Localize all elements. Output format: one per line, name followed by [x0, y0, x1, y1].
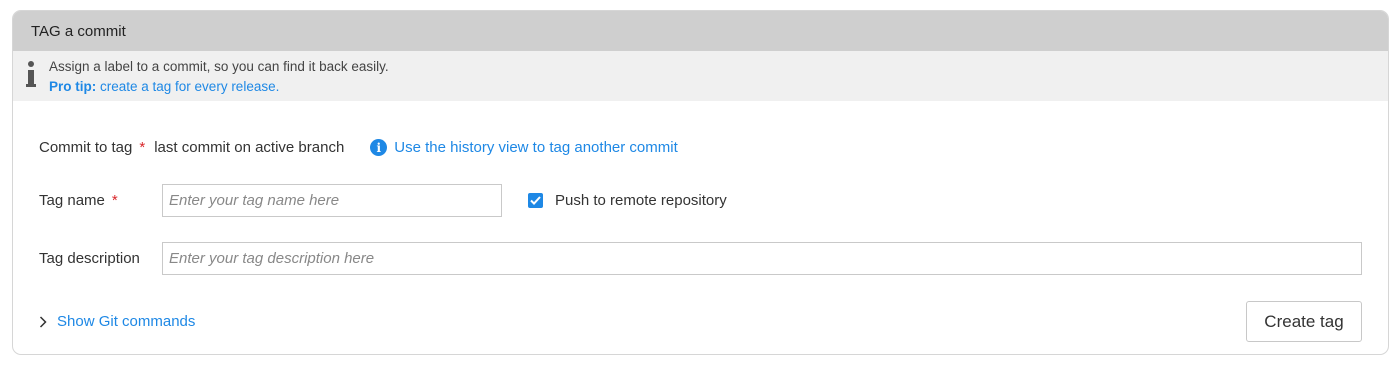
- pro-tip-text: create a tag for every release.: [96, 79, 280, 94]
- info-icon: [26, 61, 36, 87]
- push-checkbox[interactable]: [528, 193, 543, 208]
- commit-to-tag-row: Commit to tag * last commit on active br…: [39, 139, 678, 156]
- push-remote-toggle[interactable]: Push to remote repository: [528, 192, 727, 209]
- panel-title: TAG a commit: [31, 22, 126, 40]
- info-circle-icon: i: [370, 139, 388, 156]
- history-view-link-text: Use the history view to tag another comm…: [394, 139, 678, 156]
- show-git-commands-label: Show Git commands: [57, 313, 196, 330]
- tag-description-label: Tag description: [39, 250, 140, 267]
- tag-description-label-group: Tag description: [39, 250, 140, 267]
- check-icon: [530, 196, 541, 205]
- tip-bar: Assign a label to a commit, so you can f…: [13, 51, 1388, 101]
- pro-tip-label: Pro tip:: [49, 79, 97, 94]
- tip-line: Assign a label to a commit, so you can f…: [49, 59, 389, 74]
- push-label: Push to remote repository: [555, 192, 727, 209]
- chevron-right-icon: [39, 315, 47, 328]
- tag-commit-panel: TAG a commit Assign a label to a commit,…: [12, 10, 1389, 355]
- required-marker: *: [139, 139, 146, 156]
- commit-to-tag-label: Commit to tag: [39, 139, 133, 156]
- required-marker: *: [111, 192, 118, 209]
- tag-name-input[interactable]: [162, 184, 502, 217]
- tag-description-input[interactable]: [162, 242, 1362, 275]
- panel-header: TAG a commit: [13, 11, 1388, 51]
- tag-name-label: Tag name: [39, 192, 105, 209]
- create-tag-button[interactable]: Create tag: [1246, 301, 1362, 342]
- commit-value: last commit on active branch: [154, 139, 345, 156]
- pro-tip: Pro tip: create a tag for every release.: [49, 77, 389, 97]
- show-git-commands-toggle[interactable]: Show Git commands: [39, 313, 195, 330]
- history-view-link[interactable]: i Use the history view to tag another co…: [370, 139, 678, 156]
- tip-text: Assign a label to a commit, so you can f…: [49, 57, 389, 97]
- tag-name-label-group: Tag name *: [39, 192, 118, 209]
